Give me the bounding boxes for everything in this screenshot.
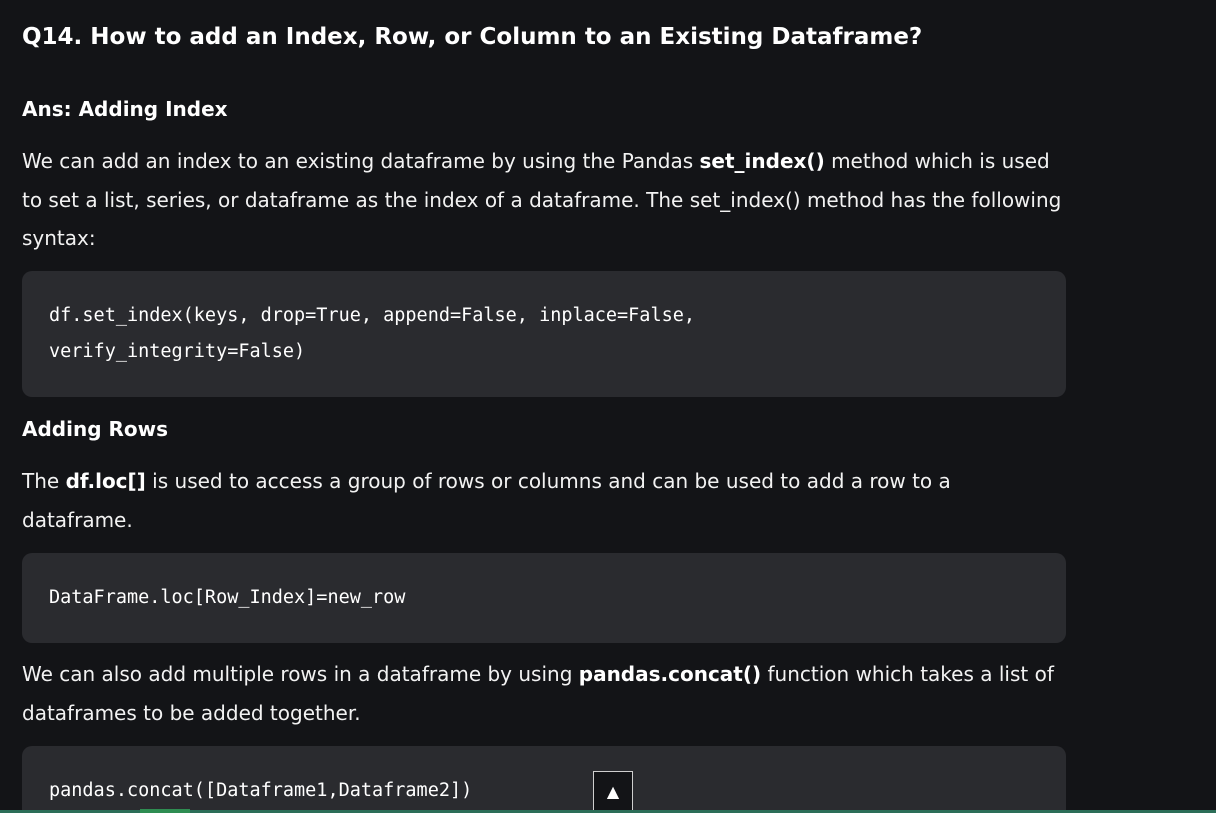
concat-code-block: pandas.concat([Dataframe1,Dataframe2]) (22, 746, 1066, 813)
adding-rows-text-start: The (22, 469, 66, 493)
code-line: df.set_index(keys, drop=True, append=Fal… (49, 305, 696, 326)
bottom-progress-indicator (140, 809, 190, 813)
code-line: DataFrame.loc[Row_Index]=new_row (49, 587, 406, 608)
concat-function-name: pandas.concat() (578, 662, 762, 686)
adding-rows-paragraph: The df.loc[] is used to access a group o… (22, 462, 1066, 539)
adding-rows-heading: Adding Rows (22, 417, 169, 441)
set-index-method-name: set_index() (699, 149, 825, 173)
loc-code-block: DataFrame.loc[Row_Index]=new_row (22, 553, 1066, 643)
adding-index-heading: Ans: Adding Index (22, 97, 228, 121)
adding-index-paragraph: We can add an index to an existing dataf… (22, 142, 1066, 258)
concat-text-start: We can also add multiple rows in a dataf… (22, 662, 579, 686)
adding-index-text-start: We can add an index to an existing dataf… (22, 149, 700, 173)
question-heading: Q14. How to add an Index, Row, or Column… (22, 24, 923, 50)
code-line: verify_integrity=False) (49, 341, 306, 362)
code-line: pandas.concat([Dataframe1,Dataframe2]) (49, 780, 473, 801)
concat-paragraph: We can also add multiple rows in a dataf… (22, 655, 1066, 732)
loc-accessor-name: df.loc[] (65, 469, 146, 493)
scroll-to-top-button[interactable]: ▲ (593, 771, 633, 811)
arrow-up-icon: ▲ (606, 781, 620, 801)
adding-rows-text-end: is used to access a group of rows or col… (22, 469, 951, 532)
set-index-code-block: df.set_index(keys, drop=True, append=Fal… (22, 271, 1066, 397)
